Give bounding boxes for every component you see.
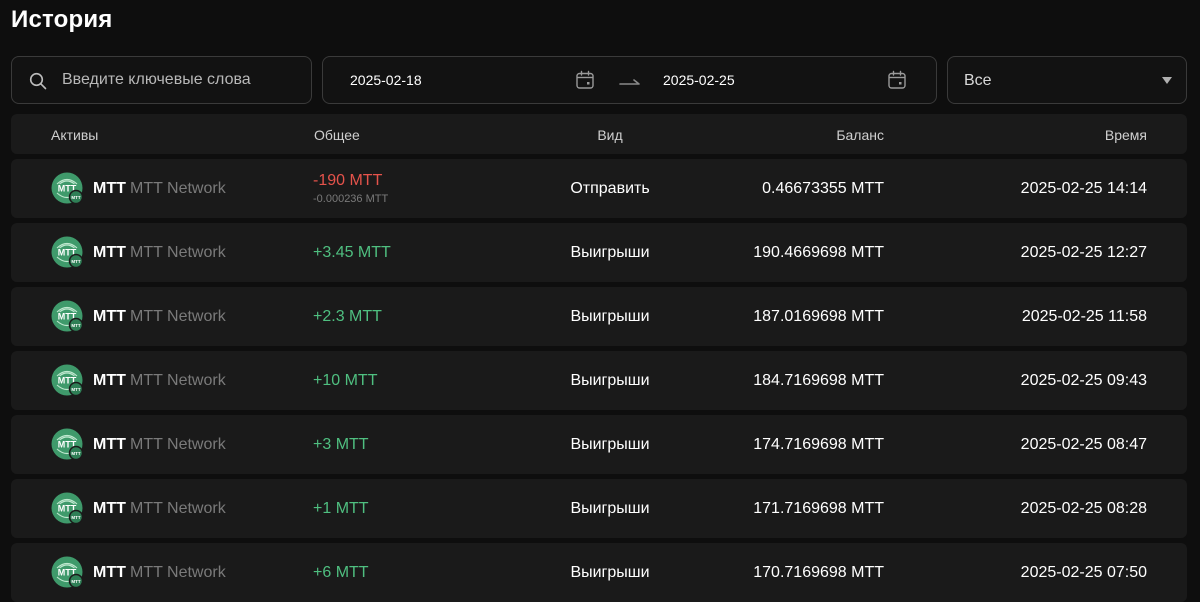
mtt-logo-icon: MTT MTT — [51, 172, 84, 205]
filter-bar: 2025-02-18 2025-02-25 Все — [11, 56, 1187, 104]
balance: 190.4669698 MTT — [753, 244, 884, 261]
svg-text:MTT: MTT — [71, 515, 80, 520]
type-select[interactable]: Все — [947, 56, 1187, 104]
amount: +10 MTT — [313, 372, 378, 389]
mtt-logo-icon: MTT MTT — [51, 236, 84, 269]
asset-symbol: MTT — [93, 180, 126, 197]
table-header: Активы Общее Вид Баланс Время — [11, 114, 1187, 154]
mtt-logo-icon: MTT MTT — [51, 492, 84, 525]
table-row[interactable]: MTT MTT MTT MTT Network +2.3 MTT Выигрыш… — [11, 287, 1187, 346]
table-row[interactable]: MTT MTT MTT MTT Network -190 MTT -0.0002… — [11, 159, 1187, 218]
header-total: Общее — [314, 127, 360, 143]
amount: -190 MTT — [313, 172, 383, 189]
timestamp: 2025-02-25 14:14 — [1020, 180, 1147, 197]
balance: 170.7169698 MTT — [753, 564, 884, 581]
asset-name: MTT Network — [130, 308, 226, 325]
asset-symbol: MTT — [93, 500, 126, 517]
balance: 171.7169698 MTT — [753, 500, 884, 517]
balance: 0.46673355 MTT — [762, 180, 884, 197]
timestamp: 2025-02-25 08:28 — [1020, 500, 1147, 517]
header-balance: Баланс — [836, 127, 884, 143]
svg-text:MTT: MTT — [71, 195, 80, 200]
date-from[interactable]: 2025-02-18 — [350, 72, 422, 88]
asset-name: MTT Network — [130, 180, 226, 197]
calendar-icon[interactable] — [887, 70, 907, 90]
mtt-logo-icon: MTT MTT — [51, 364, 84, 397]
asset-name: MTT Network — [130, 244, 226, 261]
mtt-logo-icon: MTT MTT — [51, 428, 84, 461]
date-range-picker[interactable]: 2025-02-18 2025-02-25 — [322, 56, 937, 104]
amount: +3.45 MTT — [313, 244, 391, 261]
calendar-icon[interactable] — [575, 70, 595, 90]
timestamp: 2025-02-25 08:47 — [1020, 436, 1147, 453]
caret-down-icon — [1162, 77, 1172, 84]
asset-symbol: MTT — [93, 372, 126, 389]
timestamp: 2025-02-25 07:50 — [1020, 564, 1147, 581]
balance: 187.0169698 MTT — [753, 308, 884, 325]
amount: +6 MTT — [313, 564, 369, 581]
svg-text:MTT: MTT — [71, 451, 80, 456]
arrow-right-icon — [619, 79, 640, 85]
svg-text:MTT: MTT — [71, 323, 80, 328]
balance: 174.7169698 MTT — [753, 436, 884, 453]
table-row[interactable]: MTT MTT MTT MTT Network +3.45 MTT Выигры… — [11, 223, 1187, 282]
table-row[interactable]: MTT MTT MTT MTT Network +6 MTT Выигрыши … — [11, 543, 1187, 602]
search-input[interactable] — [60, 57, 305, 103]
amount: +3 MTT — [313, 436, 369, 453]
header-time: Время — [1104, 127, 1147, 143]
asset-symbol: MTT — [93, 436, 126, 453]
asset-name: MTT Network — [130, 436, 226, 453]
balance: 184.7169698 MTT — [753, 372, 884, 389]
search-box[interactable] — [11, 56, 312, 104]
table-row[interactable]: MTT MTT MTT MTT Network +3 MTT Выигрыши … — [11, 415, 1187, 474]
table-row[interactable]: MTT MTT MTT MTT Network +10 MTT Выигрыши… — [11, 351, 1187, 410]
mtt-logo-icon: MTT MTT — [51, 300, 84, 333]
asset-name: MTT Network — [130, 500, 226, 517]
amount: +2.3 MTT — [313, 308, 382, 325]
svg-text:MTT: MTT — [71, 387, 80, 392]
page-title: История — [11, 6, 113, 33]
timestamp: 2025-02-25 12:27 — [1020, 244, 1147, 261]
mtt-logo-icon: MTT MTT — [51, 556, 84, 589]
search-icon — [29, 72, 47, 90]
asset-symbol: MTT — [93, 308, 126, 325]
table-row[interactable]: MTT MTT MTT MTT Network +1 MTT Выигрыши … — [11, 479, 1187, 538]
asset-name: MTT Network — [130, 564, 226, 581]
asset-symbol: MTT — [93, 564, 126, 581]
header-asset: Активы — [51, 127, 99, 143]
timestamp: 2025-02-25 11:58 — [1021, 308, 1147, 325]
asset-symbol: MTT — [93, 244, 126, 261]
svg-text:MTT: MTT — [71, 259, 80, 264]
date-to[interactable]: 2025-02-25 — [663, 72, 735, 88]
amount: +1 MTT — [313, 500, 369, 517]
type-select-value: Все — [964, 72, 992, 89]
asset-name: MTT Network — [130, 372, 226, 389]
timestamp: 2025-02-25 09:43 — [1020, 372, 1147, 389]
svg-text:MTT: MTT — [71, 579, 80, 584]
fee-amount: -0.000236 MTT — [313, 193, 389, 205]
